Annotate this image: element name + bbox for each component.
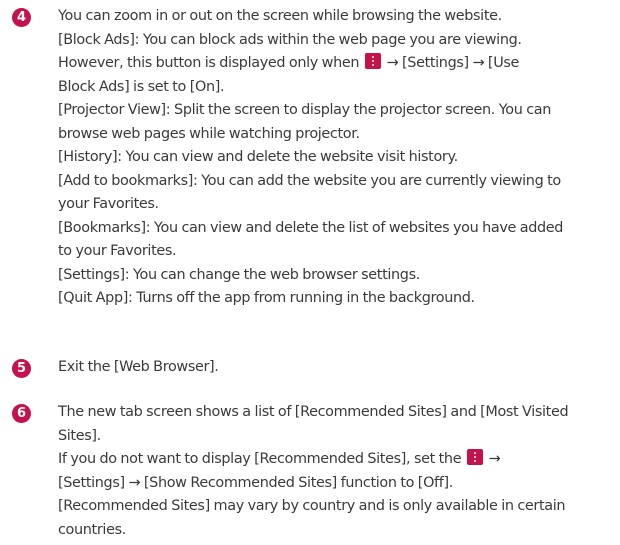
text-line: [Quit App]: Turns off the app from runni… <box>58 290 475 306</box>
text-fragment: However, this button is displayed only w… <box>58 55 360 71</box>
text-line: If you do not want to display [Recommend… <box>58 448 614 472</box>
text-line: However, this button is displayed only w… <box>58 52 614 76</box>
text-fragment: → [Settings] → [Use <box>386 55 520 71</box>
step-text: Exit the [Web Browser]. <box>58 356 614 380</box>
more-vertical-icon <box>466 449 483 465</box>
text-line: The new tab screen shows a list of [Reco… <box>58 404 569 420</box>
text-line: [Settings]: You can change the web brows… <box>58 266 420 283</box>
text-line: your Favorites. <box>58 196 159 212</box>
text-line: [Block Ads]: You can block ads within th… <box>58 31 522 48</box>
step-number-badge: 6 <box>12 404 31 423</box>
text-line: browse web pages while watching projecto… <box>58 125 360 142</box>
text-line: Block Ads] is set to [On]. <box>58 78 225 95</box>
text-line: [Settings] → [Show Recommended Sites] fu… <box>58 474 453 491</box>
more-vertical-icon <box>364 53 381 69</box>
text-line: to your Favorites. <box>58 243 177 259</box>
step-text: The new tab screen shows a list of [Reco… <box>58 401 614 542</box>
step-number-badge: 4 <box>12 8 31 27</box>
step-text: You can zoom in or out on the screen whi… <box>58 5 614 311</box>
text-fragment: → <box>488 451 501 467</box>
step-number-badge: 5 <box>12 359 31 378</box>
text-line: [Add to bookmarks]: You can add the webs… <box>58 172 561 189</box>
text-line: [Projector View]: Split the screen to di… <box>58 102 552 118</box>
text-fragment: If you do not want to display [Recommend… <box>58 451 462 467</box>
text-line: [Recommended Sites] may vary by country … <box>58 498 566 514</box>
text-line: Exit the [Web Browser]. <box>58 359 219 375</box>
text-line: Sites]. <box>58 427 101 444</box>
text-line: [History]: You can view and delete the w… <box>58 149 458 165</box>
text-line: [Bookmarks]: You can view and delete the… <box>58 219 564 236</box>
text-line: You can zoom in or out on the screen whi… <box>58 8 502 24</box>
text-line: countries. <box>58 521 126 538</box>
